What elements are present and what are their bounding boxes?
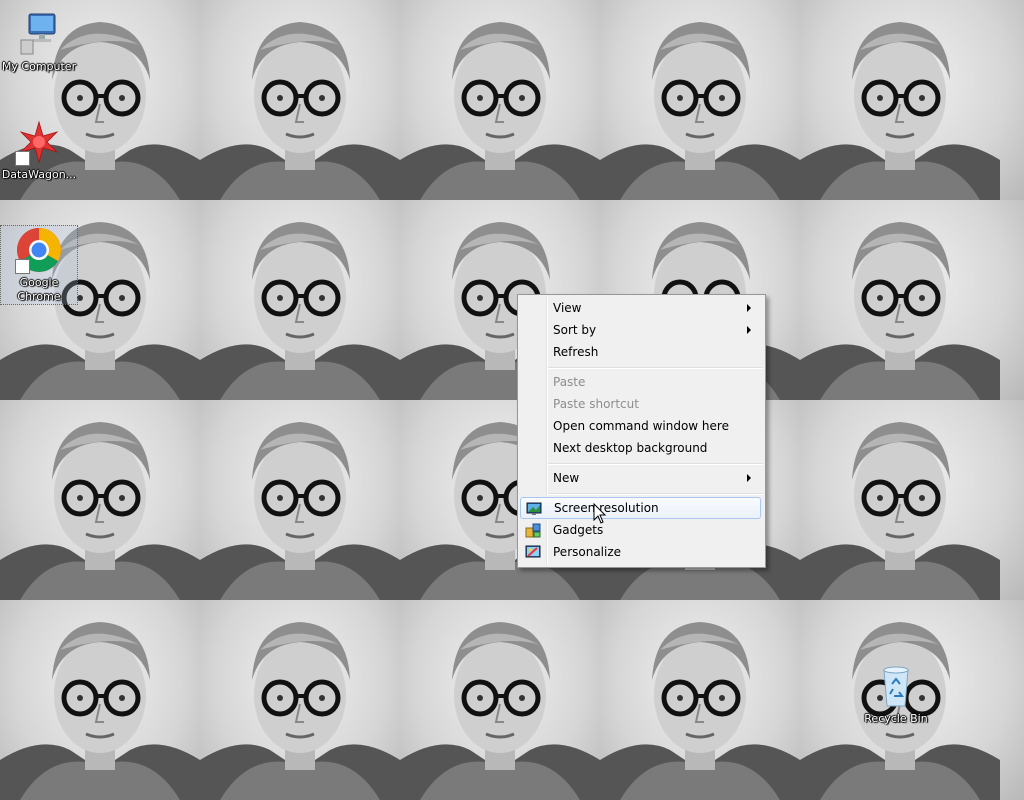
menu-item-view[interactable]: View [520, 297, 761, 319]
recycle-bin-desktop-icon[interactable]: Recycle Bin [858, 662, 934, 726]
wallpaper-tile [0, 600, 200, 800]
submenu-arrow-icon [747, 326, 751, 334]
recycle-bin-icon [872, 662, 920, 710]
google-chrome-label: Google Chrome [17, 276, 61, 303]
wallpaper-tile [800, 400, 1024, 600]
menu-item-sort-by[interactable]: Sort by [520, 319, 761, 341]
wallpaper-tile [800, 0, 1024, 200]
menu-item-label: New [553, 471, 580, 485]
datawagon-icon [15, 118, 63, 166]
datawagon-label: DataWagon... [1, 168, 77, 181]
menu-item-new[interactable]: New [520, 467, 761, 489]
menu-item-label: Paste [553, 375, 586, 389]
wallpaper-tile [200, 600, 400, 800]
recycle-bin-label: Recycle Bin [864, 712, 928, 725]
wallpaper-tile [200, 0, 400, 200]
shortcut-arrow-icon [15, 259, 30, 274]
wallpaper-tile [400, 600, 600, 800]
menu-item-gadgets[interactable]: Gadgets [520, 519, 761, 541]
wallpaper-tile [600, 600, 800, 800]
my-computer-label: My Computer [1, 60, 77, 73]
chrome-icon [15, 226, 63, 274]
menu-item-paste-shortcut[interactable]: Paste shortcut [520, 393, 761, 415]
wallpaper-tile [400, 0, 600, 200]
menu-item-label: Next desktop background [553, 441, 708, 455]
menu-separator [548, 493, 763, 495]
computer-icon [15, 10, 63, 58]
menu-item-label: Open command window here [553, 419, 729, 433]
wallpaper-tile [200, 200, 400, 400]
mouse-cursor-icon [593, 502, 607, 525]
desktop-context-menu: View Sort by Refresh Paste Paste shortcu… [517, 294, 766, 568]
my-computer-desktop-icon[interactable]: My Computer [1, 10, 77, 74]
wallpaper-tile [200, 400, 400, 600]
monitor-icon [526, 501, 542, 517]
menu-item-open-command-window[interactable]: Open command window here [520, 415, 761, 437]
desktop[interactable]: My Computer DataWagon... Google Chrome R… [0, 0, 1024, 800]
menu-item-next-desktop-background[interactable]: Next desktop background [520, 437, 761, 459]
datawagon-desktop-icon[interactable]: DataWagon... [1, 118, 77, 182]
menu-item-screen-resolution[interactable]: Screen resolution [520, 497, 761, 519]
wallpaper-tile [0, 400, 200, 600]
menu-item-personalize[interactable]: Personalize [520, 541, 761, 563]
personalize-icon [525, 544, 541, 560]
gadgets-icon [525, 522, 541, 538]
menu-item-label: View [553, 301, 582, 315]
submenu-arrow-icon [747, 474, 751, 482]
wallpaper-tile [800, 200, 1024, 400]
google-chrome-desktop-icon[interactable]: Google Chrome [0, 225, 78, 305]
menu-item-label: Paste shortcut [553, 397, 639, 411]
shortcut-arrow-icon [15, 151, 30, 166]
menu-item-refresh[interactable]: Refresh [520, 341, 761, 363]
menu-separator [548, 463, 763, 465]
wallpaper-tile [600, 0, 800, 200]
menu-item-label: Gadgets [553, 523, 604, 537]
menu-item-label: Personalize [553, 545, 622, 559]
menu-separator [548, 367, 763, 369]
menu-item-paste[interactable]: Paste [520, 371, 761, 393]
menu-item-label: Sort by [553, 323, 597, 337]
menu-item-label: Refresh [553, 345, 599, 359]
submenu-arrow-icon [747, 304, 751, 312]
